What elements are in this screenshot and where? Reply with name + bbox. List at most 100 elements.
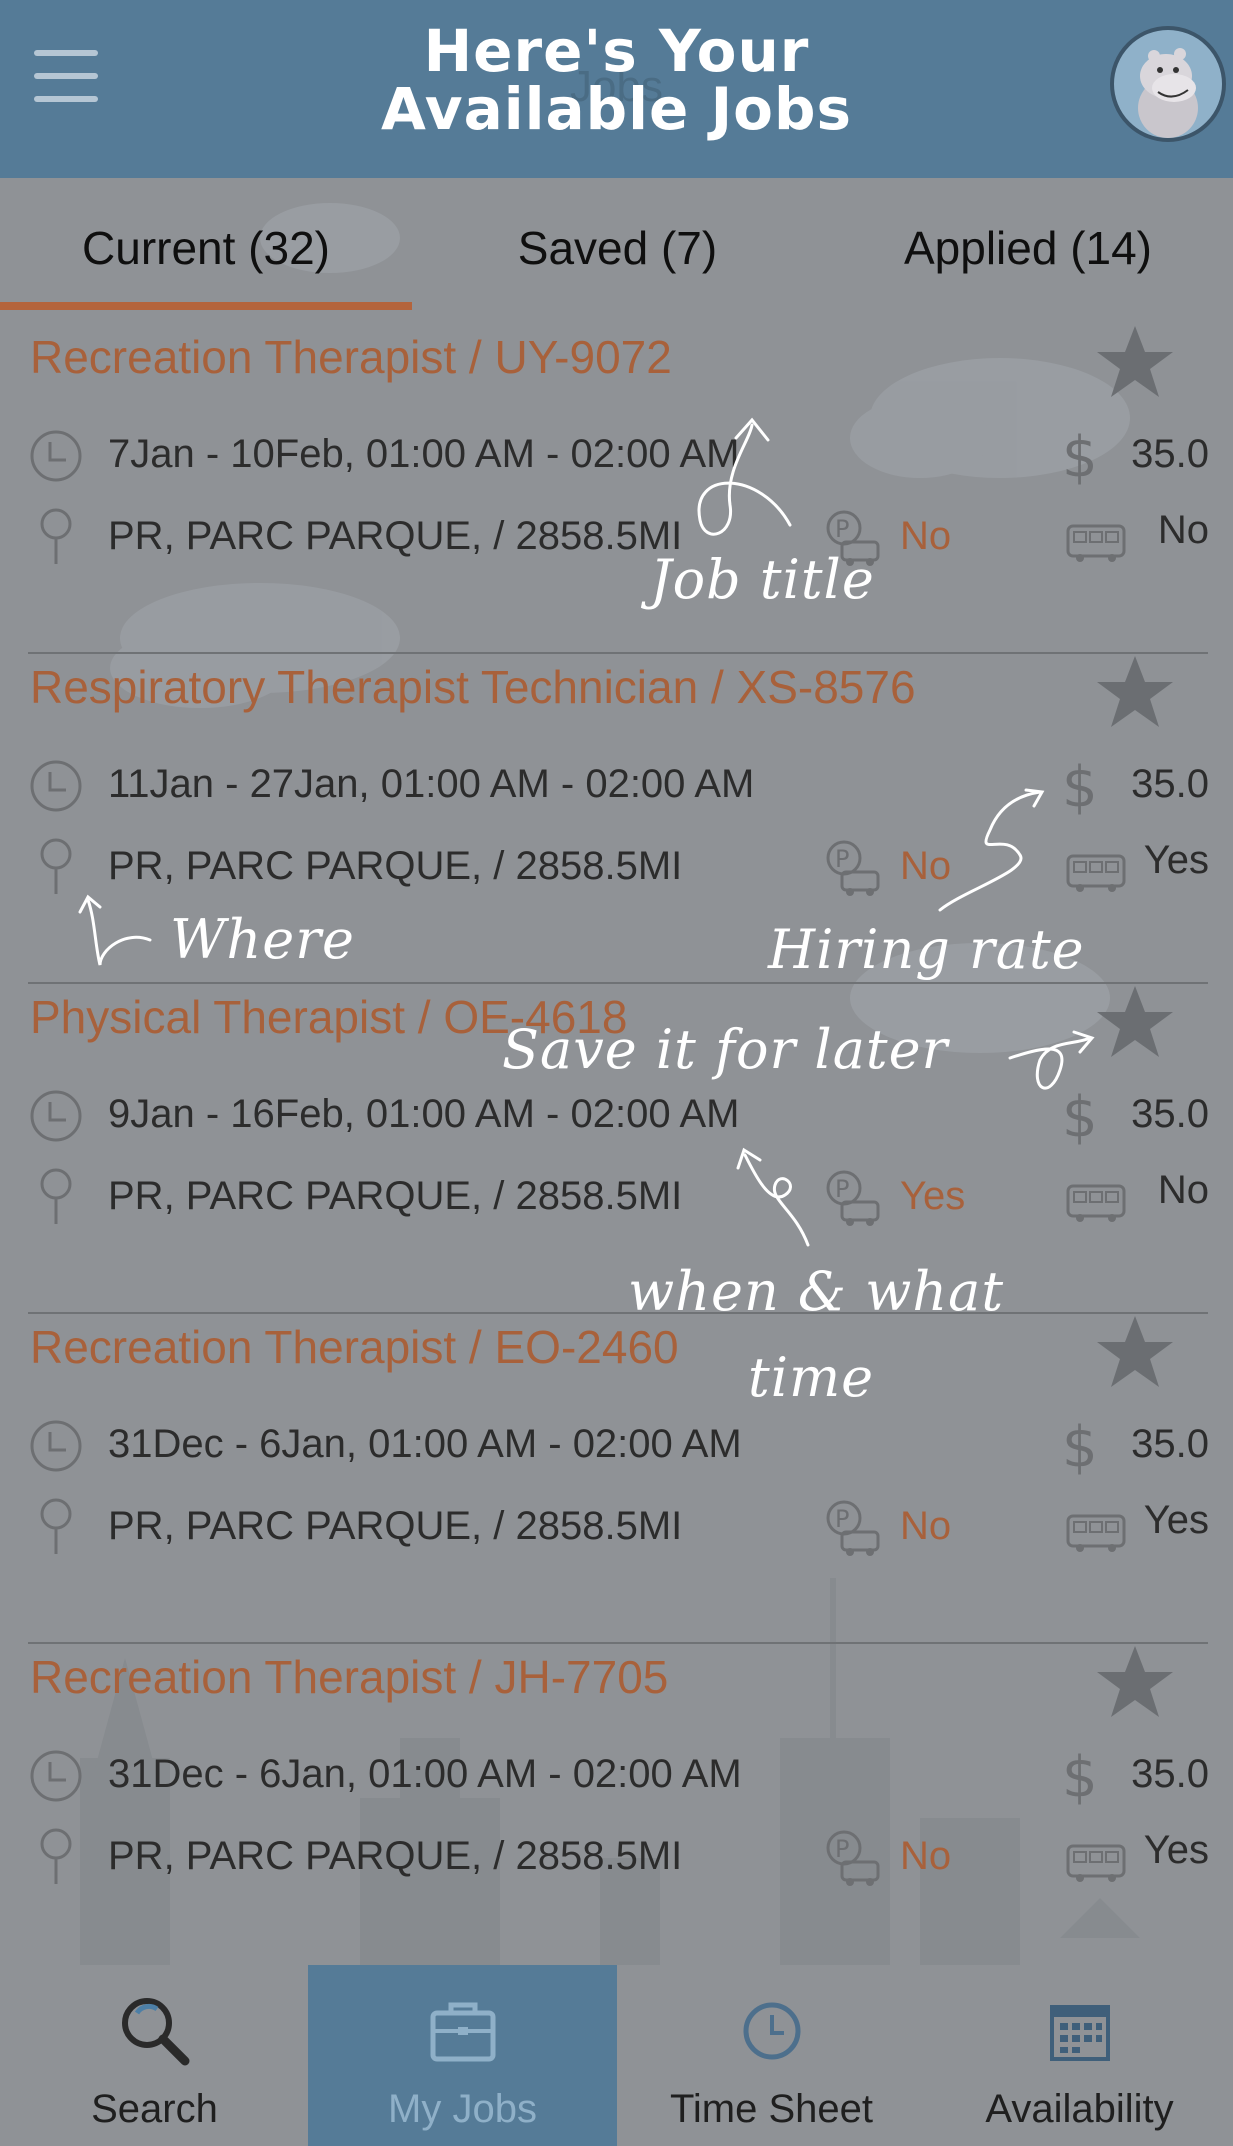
svg-text:$: $: [1062, 756, 1098, 816]
hiring-rate-value: 35.0: [1131, 1422, 1209, 1466]
annotation-where: Where: [170, 908, 356, 971]
job-title[interactable]: Recreation Therapist / UY-9072: [30, 330, 672, 384]
transit-value: Yes: [1143, 838, 1209, 882]
transit-value: Yes: [1143, 1498, 1209, 1542]
location-pin-icon: [28, 506, 84, 566]
svg-text:P: P: [835, 1175, 849, 1203]
annotation-save-later: Save it for later: [502, 1018, 949, 1081]
hiring-rate-value: 35.0: [1131, 432, 1209, 476]
dollar-icon: $: [1058, 1415, 1098, 1480]
transit-value: No: [1157, 1168, 1209, 1212]
annotation-hiring-rate: Hiring rate: [768, 918, 1085, 981]
tab-saved[interactable]: Saved (7): [412, 218, 823, 278]
active-tab-indicator: [0, 302, 412, 310]
transit-bus-icon: [1064, 1510, 1128, 1554]
job-card[interactable]: Recreation Therapist / JH-7705 31Dec - 6J…: [0, 1632, 1233, 1974]
job-dates: 7Jan - 10Feb, 01:00 AM - 02:00 AM: [108, 432, 740, 476]
svg-text:$: $: [1062, 1746, 1098, 1806]
annotation-when-line1: when & what: [628, 1260, 1005, 1323]
svg-text:P: P: [835, 1835, 849, 1863]
parking-icon: P: [820, 1828, 884, 1888]
job-location: PR, PARC PARQUE, / 2858.5MI: [108, 1834, 683, 1878]
job-dates: 11Jan - 27Jan, 01:00 AM - 02:00 AM: [108, 762, 755, 806]
page-title: Here's Your Available Jobs: [0, 22, 1233, 138]
transit-bus-icon: [1064, 1180, 1128, 1224]
dollar-icon: $: [1058, 1085, 1098, 1150]
location-pin-icon: [28, 1496, 84, 1556]
job-title[interactable]: Respiratory Therapist Technician / XS-85…: [30, 660, 916, 714]
parking-icon: P: [820, 1498, 884, 1558]
dollar-icon: $: [1058, 755, 1098, 820]
bottom-navigation: Search My Jobs Time Sheet Availability: [0, 1965, 1233, 2146]
hiring-rate-value: 35.0: [1131, 1752, 1209, 1796]
page-title-line1: Here's Your: [423, 17, 810, 85]
parking-value: No: [900, 1504, 952, 1548]
transit-bus-icon: [1064, 520, 1128, 564]
briefcase-icon: [430, 2002, 495, 2062]
transit-bus-icon: [1064, 1840, 1128, 1884]
parking-value: Yes: [900, 1174, 966, 1218]
clock-icon: [28, 756, 84, 816]
save-star-icon[interactable]: [1094, 652, 1176, 732]
transit-value: No: [1157, 508, 1209, 552]
parking-value: No: [900, 1834, 952, 1878]
job-title[interactable]: Recreation Therapist / EO-2460: [30, 1320, 679, 1374]
svg-text:$: $: [1062, 1416, 1098, 1476]
search-icon: [121, 1998, 189, 2066]
clock-icon: [28, 1416, 84, 1476]
job-dates: 9Jan - 16Feb, 01:00 AM - 02:00 AM: [108, 1092, 740, 1136]
calendar-icon: [1049, 2005, 1110, 2061]
clock-icon: [743, 2002, 800, 2060]
annotation-when-line2: time: [748, 1346, 875, 1409]
svg-text:P: P: [835, 845, 849, 873]
svg-text:P: P: [835, 1505, 849, 1533]
page-title-line2: Available Jobs: [380, 75, 853, 143]
hippo-avatar-icon: [1138, 48, 1198, 138]
parking-value: No: [900, 514, 952, 558]
location-pin-icon: [28, 1166, 84, 1226]
parking-icon: P: [820, 838, 884, 898]
save-star-icon[interactable]: [1094, 1312, 1176, 1392]
avatar[interactable]: [1110, 26, 1226, 142]
location-pin-icon: [28, 836, 84, 896]
svg-text:$: $: [1062, 1086, 1098, 1146]
nav-time-sheet[interactable]: Time Sheet: [617, 1965, 926, 2146]
save-star-icon[interactable]: [1094, 322, 1176, 402]
tab-current[interactable]: Current (32): [0, 218, 412, 278]
nav-search[interactable]: Search: [0, 1965, 309, 2146]
dollar-icon: $: [1058, 1745, 1098, 1810]
app-header: Jobs Here's Your Available Jobs: [0, 0, 1233, 178]
transit-value: Yes: [1143, 1828, 1209, 1872]
nav-availability[interactable]: Availability: [925, 1965, 1233, 2146]
nav-search-label: Search: [91, 2087, 218, 2131]
job-location: PR, PARC PARQUE, / 2858.5MI: [108, 1504, 683, 1548]
job-card[interactable]: Recreation Therapist / UY-9072 7Jan - 10F…: [0, 312, 1233, 654]
job-location: PR, PARC PARQUE, / 2858.5MI: [108, 1174, 683, 1218]
job-location: PR, PARC PARQUE, / 2858.5MI: [108, 514, 683, 558]
clock-icon: [28, 1746, 84, 1806]
tab-applied[interactable]: Applied (14): [823, 218, 1233, 278]
annotation-job-title: Job title: [650, 548, 875, 611]
clock-icon: [28, 426, 84, 486]
hiring-rate-value: 35.0: [1131, 1092, 1209, 1136]
job-title[interactable]: Recreation Therapist / JH-7705: [30, 1650, 668, 1704]
location-pin-icon: [28, 1826, 84, 1886]
job-dates: 31Dec - 6Jan, 01:00 AM - 02:00 AM: [108, 1422, 742, 1466]
svg-text:P: P: [835, 515, 849, 543]
job-location: PR, PARC PARQUE, / 2858.5MI: [108, 844, 683, 888]
dollar-icon: $: [1058, 425, 1098, 490]
nav-my-jobs-label: My Jobs: [388, 2087, 537, 2131]
parking-icon: P: [820, 1168, 884, 1228]
svg-text:$: $: [1062, 426, 1098, 486]
transit-bus-icon: [1064, 850, 1128, 894]
job-tabs: Current (32) Saved (7) Applied (14): [0, 178, 1233, 312]
nav-time-sheet-label: Time Sheet: [669, 2087, 874, 2131]
job-dates: 31Dec - 6Jan, 01:00 AM - 02:00 AM: [108, 1752, 742, 1796]
save-star-icon[interactable]: [1094, 1642, 1176, 1722]
save-star-icon[interactable]: [1094, 982, 1176, 1062]
nav-availability-label: Availability: [985, 2087, 1174, 2131]
parking-value: No: [900, 844, 952, 888]
job-card[interactable]: Recreation Therapist / EO-2460 31Dec - 6J…: [0, 1302, 1233, 1644]
nav-my-jobs[interactable]: My Jobs: [308, 1965, 617, 2146]
clock-icon: [28, 1086, 84, 1146]
